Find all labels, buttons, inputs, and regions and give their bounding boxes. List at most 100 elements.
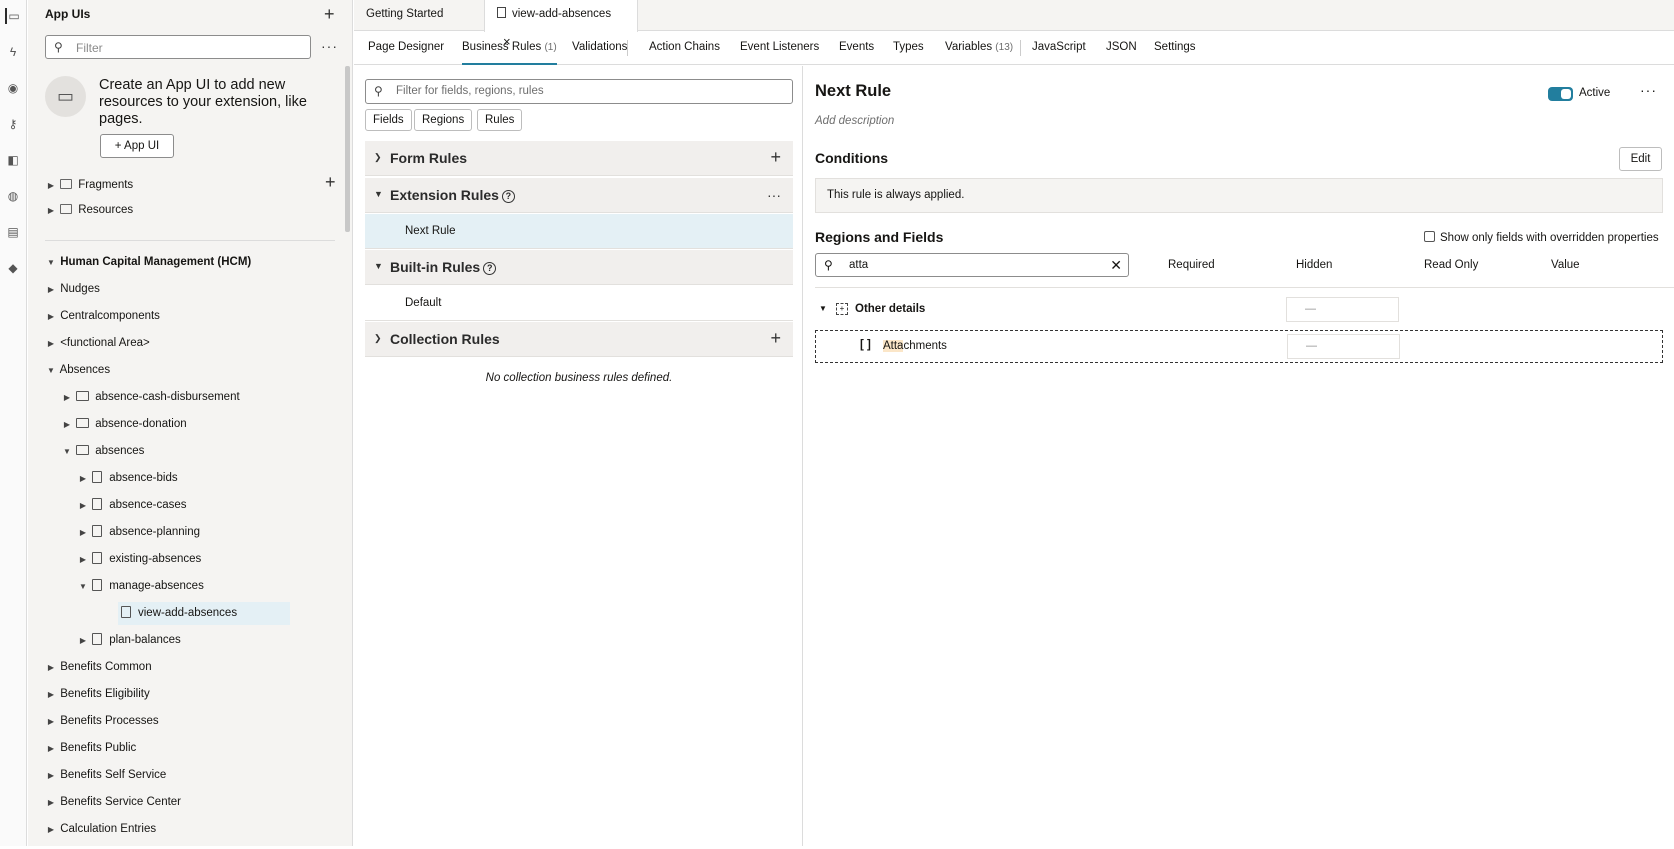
subtab-json[interactable]: JSON xyxy=(1106,31,1137,65)
tree-item[interactable]: ▶ absence-cash-disbursement xyxy=(61,388,240,406)
add-icon[interactable]: + xyxy=(770,147,781,168)
collapse-icon[interactable]: ▼ xyxy=(45,254,57,272)
tree-item[interactable]: ▶ absence-planning xyxy=(77,523,200,541)
field-row[interactable]: [ ] Attachments — xyxy=(815,330,1663,363)
add-icon[interactable]: + xyxy=(324,4,335,25)
help-icon[interactable]: ? xyxy=(501,190,515,203)
expand-icon[interactable]: ▶ xyxy=(45,202,57,220)
region-row[interactable]: ▼ + Other details — xyxy=(815,294,1663,326)
subtab-business-rules[interactable]: Business Rules (1) xyxy=(462,31,557,65)
tree-item[interactable]: ▼ Absences xyxy=(45,361,110,379)
section-form-rules[interactable]: ❯ Form Rules + xyxy=(365,141,793,176)
tree-item-resources[interactable]: ▶ Resources xyxy=(45,201,133,219)
subtab-javascript[interactable]: JavaScript xyxy=(1032,31,1086,65)
hidden-value[interactable]: — xyxy=(1287,334,1400,359)
rule-item-selected[interactable]: Next Rule xyxy=(365,214,793,249)
expand-icon[interactable]: ▶ xyxy=(45,794,57,812)
add-icon[interactable]: + xyxy=(770,328,781,349)
key-icon[interactable]: ⚷ xyxy=(5,116,21,132)
navigator-filter-input[interactable]: ⚲ Filter xyxy=(45,35,311,59)
document-icon[interactable]: ▤ xyxy=(5,224,21,240)
collapse-icon[interactable]: ▼ xyxy=(819,304,827,313)
chip-regions[interactable]: Regions xyxy=(414,109,473,131)
expand-icon[interactable]: ▶ xyxy=(61,389,73,407)
more-options-icon[interactable]: ··· xyxy=(767,187,781,203)
subtab-action-chains[interactable]: Action Chains xyxy=(649,31,720,65)
tab-getting-started[interactable]: Getting Started xyxy=(354,0,484,31)
expand-icon[interactable]: ▶ xyxy=(45,740,57,758)
add-app-ui-button[interactable]: + App UI xyxy=(100,134,174,158)
components-icon[interactable]: ◧ xyxy=(5,152,21,168)
more-options-icon[interactable]: ··· xyxy=(321,38,338,54)
section-collection-rules[interactable]: ❯ Collection Rules + xyxy=(365,322,793,357)
services-icon[interactable]: ◉ xyxy=(5,80,21,96)
tree-item-selected[interactable]: view-add-absences xyxy=(118,602,290,625)
expand-icon[interactable]: ▶ xyxy=(77,470,89,488)
edit-conditions-button[interactable]: Edit xyxy=(1619,147,1662,171)
clear-icon[interactable]: ✕ xyxy=(1110,257,1122,274)
expand-icon[interactable]: ▶ xyxy=(77,524,89,542)
tree-item[interactable]: ▶ Nudges xyxy=(45,280,100,298)
collapse-icon[interactable]: ▼ xyxy=(61,443,73,461)
tree-item[interactable]: ▶ Benefits Public xyxy=(45,739,136,757)
tree-item[interactable]: ▼ absences xyxy=(61,442,144,460)
expand-icon[interactable]: ▶ xyxy=(45,686,57,704)
active-toggle[interactable] xyxy=(1548,87,1573,101)
help-icon[interactable]: ? xyxy=(483,262,497,275)
tree-item[interactable]: ▶ Centralcomponents xyxy=(45,307,160,325)
tree-item[interactable]: ▶ Benefits Service Center xyxy=(45,793,181,811)
globe-icon[interactable]: ◍ xyxy=(5,188,21,204)
expand-icon[interactable]: ▶ xyxy=(77,632,89,650)
subtab-events[interactable]: Events xyxy=(839,31,874,65)
expand-icon[interactable]: ▶ xyxy=(45,659,57,677)
rule-title[interactable]: Next Rule xyxy=(815,82,891,101)
add-description-link[interactable]: Add description xyxy=(815,115,894,127)
events-icon[interactable]: ϟ xyxy=(5,44,21,60)
expand-icon[interactable]: ▶ xyxy=(45,821,57,839)
rule-item[interactable]: Default xyxy=(365,286,793,321)
navigator-scrollbar[interactable] xyxy=(345,66,350,232)
hidden-value[interactable]: — xyxy=(1286,297,1399,322)
more-options-icon[interactable]: ··· xyxy=(1640,82,1657,98)
collapse-icon[interactable]: ▼ xyxy=(45,362,57,380)
subtab-event-listeners[interactable]: Event Listeners xyxy=(740,31,819,65)
chevron-down-icon[interactable]: ▼ xyxy=(374,261,383,271)
tree-item[interactable]: ▶ <functional Area> xyxy=(45,334,150,352)
chevron-down-icon[interactable]: ▼ xyxy=(374,189,383,199)
fields-search-input[interactable]: ⚲ atta ✕ xyxy=(815,253,1129,277)
tree-item[interactable]: ▶ Benefits Self Service xyxy=(45,766,166,784)
tree-item[interactable]: ▶ absence-cases xyxy=(77,496,187,514)
tree-item[interactable]: ▶ Benefits Common xyxy=(45,658,152,676)
git-icon[interactable]: ◆ xyxy=(5,260,21,276)
expand-icon[interactable]: ▶ xyxy=(45,308,57,326)
subtab-variables[interactable]: Variables (13) xyxy=(945,31,1013,65)
chevron-right-icon[interactable]: ❯ xyxy=(374,152,382,163)
tree-item[interactable]: ▶ plan-balances xyxy=(77,631,181,649)
section-built-in-rules[interactable]: ▼ Built-in Rules? xyxy=(365,250,793,285)
expand-icon[interactable]: ▶ xyxy=(45,713,57,731)
app-uis-icon[interactable]: ▭ xyxy=(5,8,21,24)
tree-item[interactable]: ▶ Benefits Processes xyxy=(45,712,159,730)
group-title[interactable]: ▼ Human Capital Management (HCM) xyxy=(45,253,251,271)
subtab-page-designer[interactable]: Page Designer xyxy=(368,31,444,65)
tree-item[interactable]: ▶ absence-donation xyxy=(61,415,187,433)
expand-icon[interactable]: ▶ xyxy=(45,177,57,195)
subtab-validations[interactable]: Validations xyxy=(572,31,627,65)
tab-view-add-absences[interactable]: view-add-absences × xyxy=(484,0,638,49)
tree-item[interactable]: ▶ absence-bids xyxy=(77,469,178,487)
tree-item[interactable]: ▶ Calculation Entries xyxy=(45,820,156,838)
override-filter-checkbox[interactable]: Show only fields with overridden propert… xyxy=(1424,231,1659,244)
tree-item[interactable]: ▶ Benefits Eligibility xyxy=(45,685,150,703)
subtab-types[interactable]: Types xyxy=(893,31,924,65)
chip-rules[interactable]: Rules xyxy=(477,109,523,131)
expand-icon[interactable]: ▶ xyxy=(77,551,89,569)
collapse-icon[interactable]: ▼ xyxy=(77,578,89,596)
tree-item-fragments[interactable]: ▶ Fragments xyxy=(45,176,133,194)
rules-filter-input[interactable]: ⚲ Filter for fields, regions, rules xyxy=(365,79,793,104)
checkbox-icon[interactable] xyxy=(1424,231,1435,242)
section-extension-rules[interactable]: ▼ Extension Rules? ··· xyxy=(365,178,793,213)
expand-icon[interactable]: ▶ xyxy=(45,335,57,353)
expand-icon[interactable]: ▶ xyxy=(61,416,73,434)
tree-item[interactable]: ▶ existing-absences xyxy=(77,550,201,568)
expand-icon[interactable]: ▶ xyxy=(45,281,57,299)
